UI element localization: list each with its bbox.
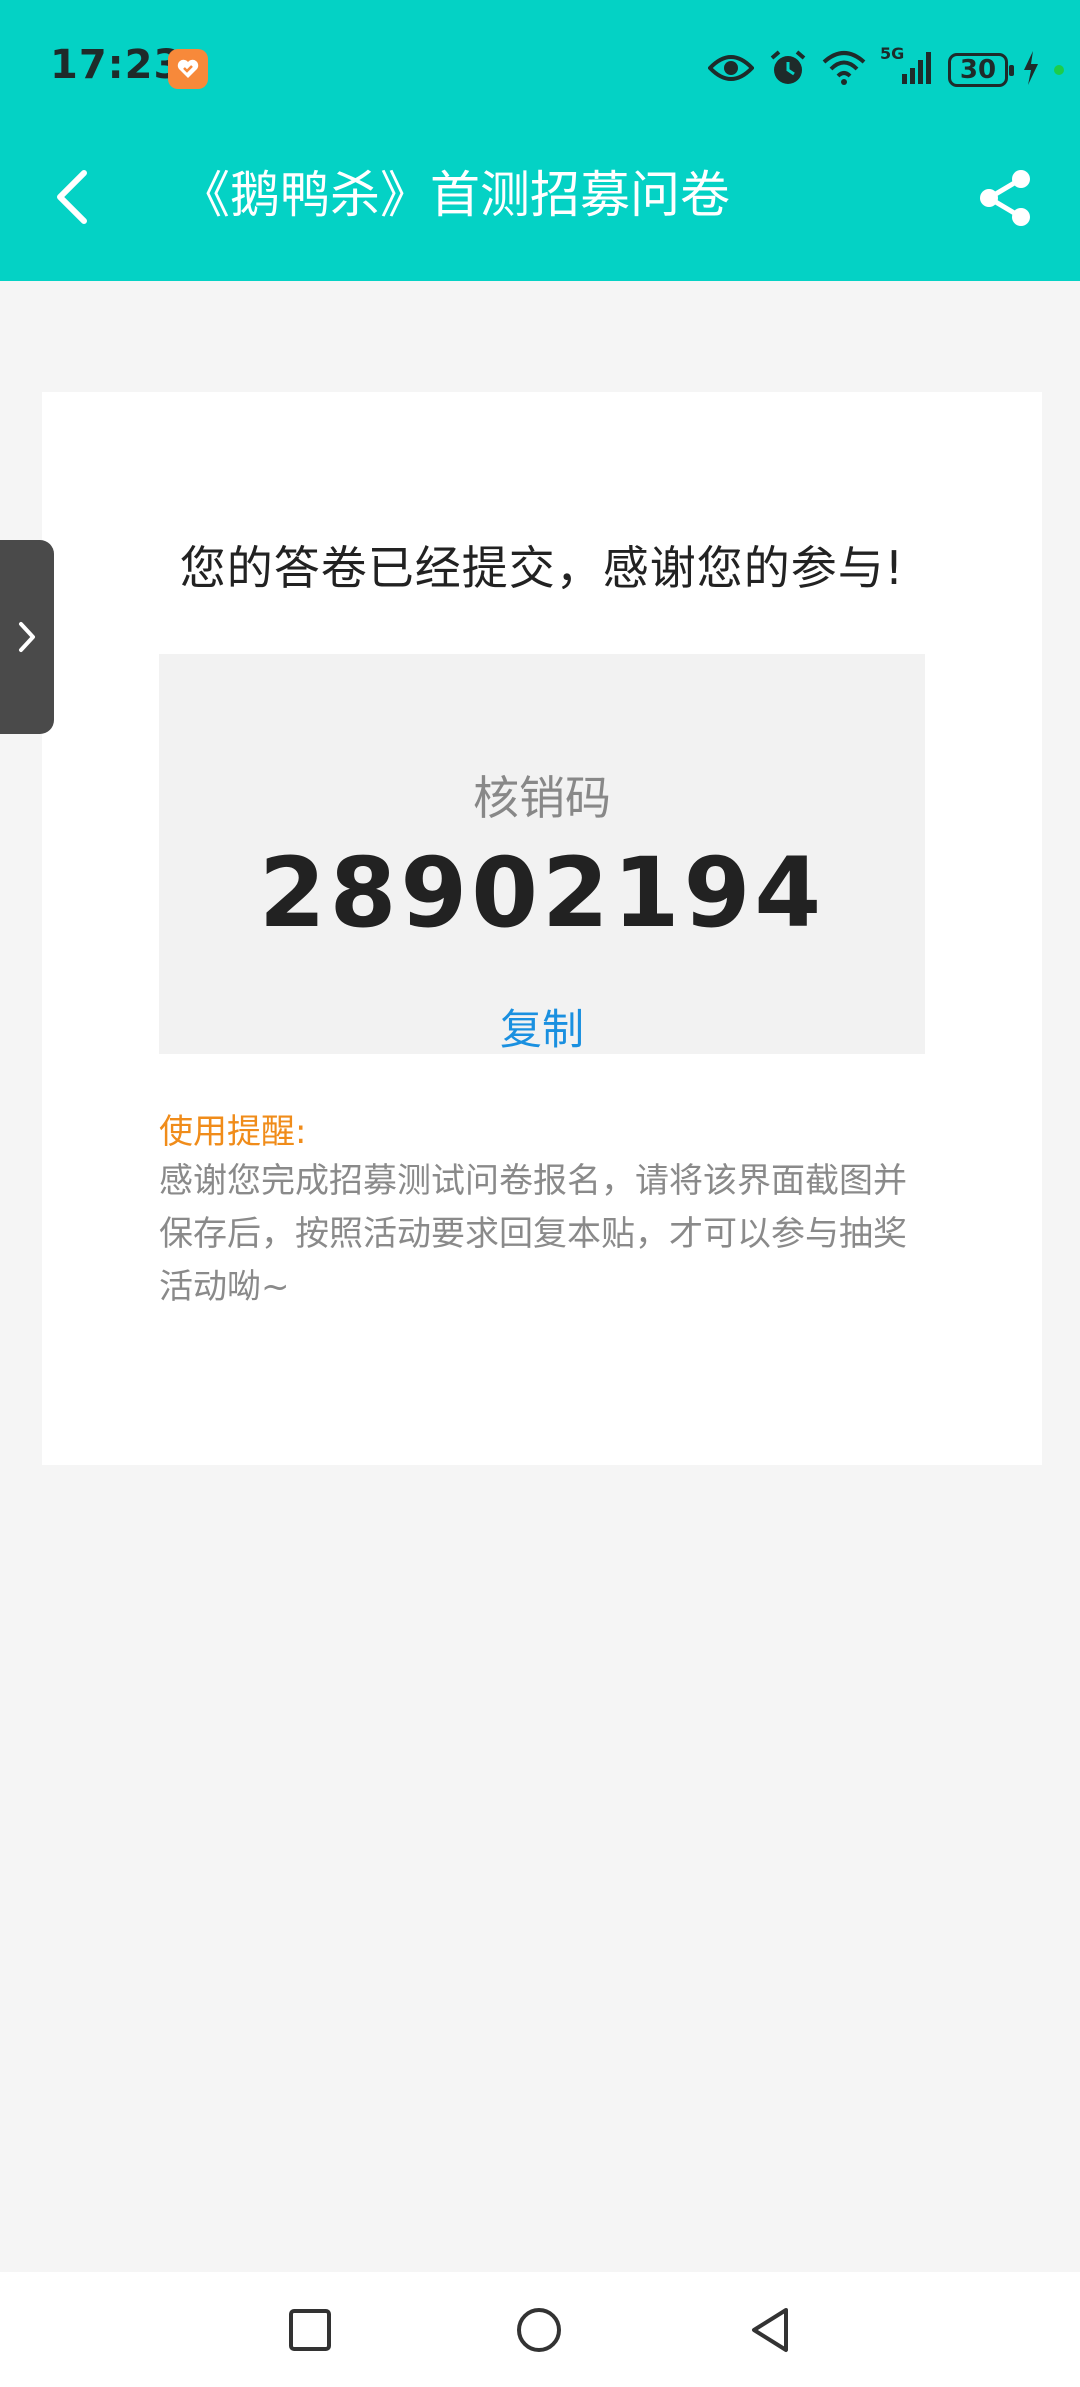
app-bar: 17:23 5G 30 《鹅鸭杀》首测招募问卷 — [0, 0, 1080, 281]
recent-apps-button[interactable] — [278, 2298, 342, 2362]
system-back-button[interactable] — [738, 2298, 802, 2362]
share-button[interactable] — [970, 165, 1040, 231]
thanks-message: 您的答卷已经提交，感谢您的参与! — [179, 541, 905, 595]
charging-icon — [1022, 51, 1040, 89]
redemption-code: 28902194 — [258, 837, 826, 949]
wifi-icon — [822, 50, 866, 90]
redemption-code-box: 核销码 28902194 复制 — [159, 654, 925, 1054]
result-card: 您的答卷已经提交，感谢您的参与! 核销码 28902194 复制 使用提醒: 感… — [42, 392, 1042, 1465]
tip-body: 感谢您完成招募测试问卷报名，请将该界面截图并保存后，按照活动要求回复本贴，才可以… — [159, 1161, 907, 1307]
copy-button[interactable]: 复制 — [159, 996, 925, 1057]
system-nav-bar — [0, 2272, 1080, 2387]
status-time: 17:23 — [50, 42, 183, 88]
alarm-icon — [768, 48, 808, 92]
circle-icon — [517, 2308, 561, 2352]
tip-title: 使用提醒: — [159, 1112, 307, 1152]
code-label: 核销码 — [473, 771, 611, 825]
square-icon — [289, 2309, 331, 2351]
network-type: 5G — [880, 44, 905, 63]
cellular-signal-icon: 5G — [880, 44, 934, 90]
status-icons: 5G 30 — [707, 44, 1064, 96]
chevron-left-icon — [57, 170, 87, 224]
page-title: 《鹅鸭杀》首测招募问卷 — [180, 166, 730, 224]
back-button[interactable] — [40, 165, 104, 229]
battery-icon: 30 — [948, 53, 1014, 87]
share-icon — [980, 170, 1030, 226]
chevron-right-icon — [19, 622, 35, 652]
home-button[interactable] — [507, 2298, 571, 2362]
battery-level: 30 — [959, 55, 997, 85]
eye-icon — [707, 52, 755, 88]
triangle-back-icon — [752, 2308, 788, 2352]
side-panel-handle[interactable] — [0, 540, 54, 734]
app-notification-icon — [168, 49, 208, 89]
charging-dot — [1054, 65, 1064, 75]
